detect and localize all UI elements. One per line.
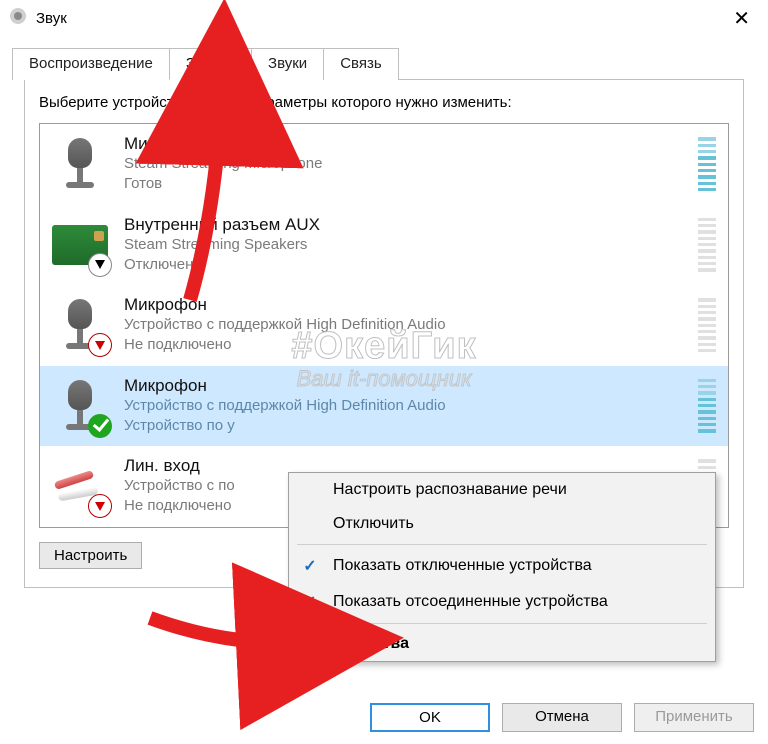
device-description: Steam Streaming Speakers xyxy=(124,235,684,255)
device-name: Микрофон xyxy=(124,376,684,396)
check-icon: ✓ xyxy=(299,556,321,576)
tab-playback[interactable]: Воспроизведение xyxy=(12,48,170,80)
status-badge-red xyxy=(88,333,112,357)
status-badge-red xyxy=(88,494,112,518)
device-name: Внутренний разъем AUX xyxy=(124,215,684,235)
apply-button[interactable]: Применить xyxy=(634,703,754,732)
device-context-menu: Настроить распознавание речи Отключить ✓… xyxy=(288,472,716,662)
device-list[interactable]: МикрофонSteam Streaming MicrophoneГотовВ… xyxy=(39,123,729,528)
device-row[interactable]: Внутренний разъем AUXSteam Streaming Spe… xyxy=(40,205,728,286)
ok-button[interactable]: OK xyxy=(370,703,490,732)
mic-icon xyxy=(50,295,110,355)
device-name: Микрофон xyxy=(124,134,684,154)
jack-icon xyxy=(50,456,110,516)
ctx-show-disconnected[interactable]: ✓ Показать отсоединенные устройства xyxy=(289,584,715,620)
device-description: Устройство с поддержкой High Definition … xyxy=(124,396,684,416)
status-badge-down xyxy=(88,253,112,277)
device-description: Устройство с поддержкой High Definition … xyxy=(124,315,684,335)
card-icon xyxy=(50,215,110,275)
tab-recording[interactable]: Запись xyxy=(169,48,252,80)
window-titlebar: Звук ✕ xyxy=(0,0,768,37)
ctx-show-disabled[interactable]: ✓ Показать отключенные устройства xyxy=(289,548,715,584)
cancel-button[interactable]: Отмена xyxy=(502,703,622,732)
check-icon: ✓ xyxy=(299,592,321,612)
level-meter xyxy=(698,379,716,433)
ctx-properties[interactable]: Свойства xyxy=(289,627,715,661)
ctx-properties-label: Свойства xyxy=(333,635,409,653)
ctx-show-disconnected-label: Показать отсоединенные устройства xyxy=(333,593,608,611)
device-text: МикрофонSteam Streaming MicrophoneГотов xyxy=(124,134,684,195)
device-text: МикрофонУстройство с поддержкой High Def… xyxy=(124,295,684,356)
configure-button[interactable]: Настроить xyxy=(39,542,142,569)
ctx-disable[interactable]: Отключить xyxy=(289,507,715,541)
dialog-button-row: OK Отмена Применить xyxy=(370,703,754,732)
ctx-configure-speech[interactable]: Настроить распознавание речи xyxy=(289,473,715,507)
instruction-text: Выберите устройство записи, параметры ко… xyxy=(39,94,729,111)
device-text: МикрофонУстройство с поддержкой High Def… xyxy=(124,376,684,437)
device-status: Не подключено xyxy=(124,335,684,355)
tab-sounds[interactable]: Звуки xyxy=(251,48,324,80)
device-name: Микрофон xyxy=(124,295,684,315)
ctx-separator xyxy=(297,544,707,545)
status-badge-green xyxy=(88,414,112,438)
device-row[interactable]: МикрофонУстройство с поддержкой High Def… xyxy=(40,285,728,366)
level-meter xyxy=(698,298,716,352)
device-row[interactable]: МикрофонSteam Streaming MicrophoneГотов xyxy=(40,124,728,205)
device-status: Устройство по у xyxy=(124,416,684,436)
app-icon xyxy=(8,6,28,31)
device-row[interactable]: МикрофонУстройство с поддержкой High Def… xyxy=(40,366,728,447)
level-meter xyxy=(698,137,716,191)
window-close-button[interactable]: ✕ xyxy=(725,9,758,29)
ctx-configure-speech-label: Настроить распознавание речи xyxy=(333,481,567,499)
window-title: Звук xyxy=(36,10,67,27)
mic-icon xyxy=(50,134,110,194)
tab-communications[interactable]: Связь xyxy=(323,48,398,80)
device-status: Отключено xyxy=(124,255,684,275)
ctx-separator xyxy=(297,623,707,624)
level-meter xyxy=(698,218,716,272)
ctx-show-disabled-label: Показать отключенные устройства xyxy=(333,557,592,575)
device-status: Готов xyxy=(124,174,684,194)
device-description: Steam Streaming Microphone xyxy=(124,154,684,174)
mic-icon xyxy=(50,376,110,436)
device-text: Внутренний разъем AUXSteam Streaming Spe… xyxy=(124,215,684,276)
ctx-disable-label: Отключить xyxy=(333,515,414,533)
